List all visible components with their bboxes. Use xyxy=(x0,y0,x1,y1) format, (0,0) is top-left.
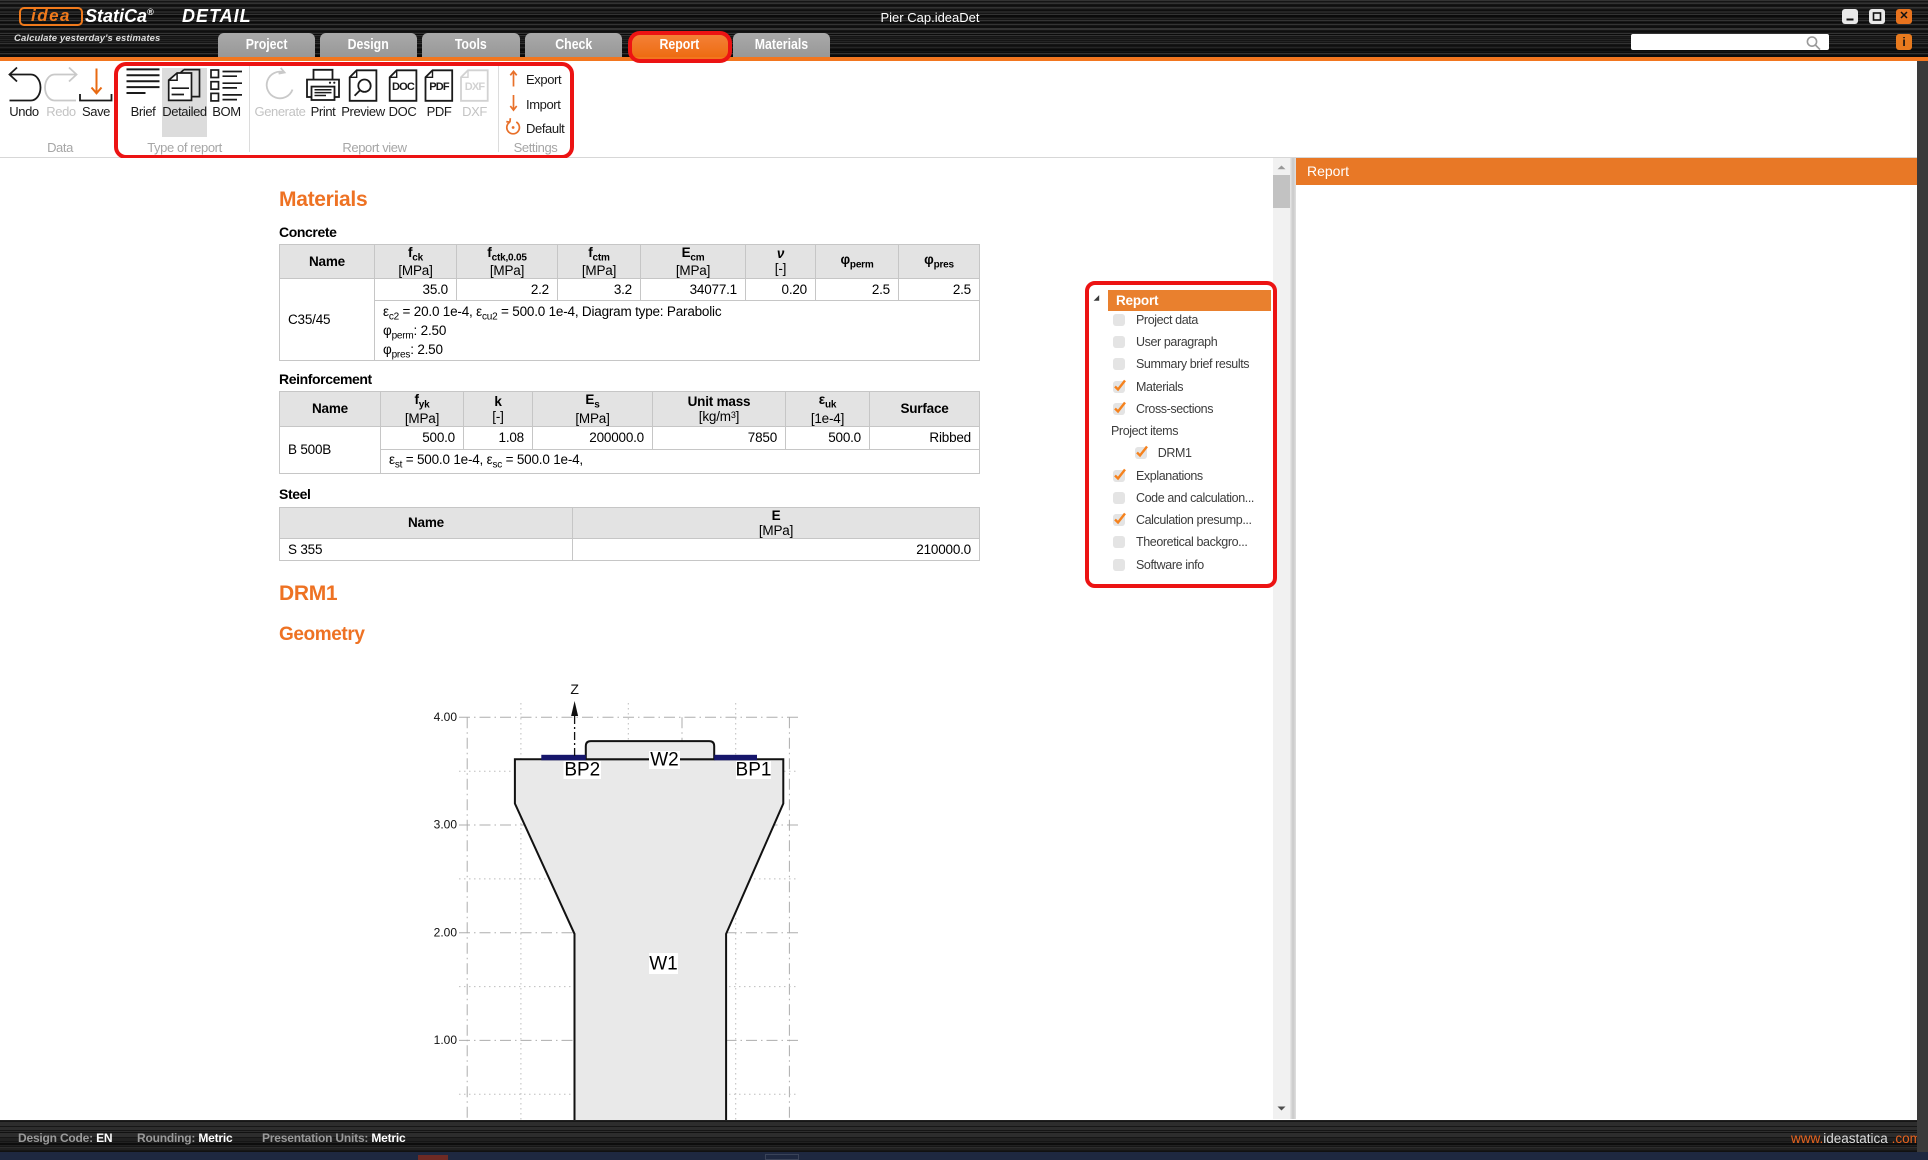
svg-text:4.00: 4.00 xyxy=(434,710,458,724)
svg-text:3.00: 3.00 xyxy=(434,818,458,832)
svg-text:BP1: BP1 xyxy=(736,760,772,781)
svg-text:BP2: BP2 xyxy=(564,760,600,781)
svg-text:W1: W1 xyxy=(649,954,678,975)
svg-text:Z: Z xyxy=(570,681,579,697)
svg-text:2.00: 2.00 xyxy=(434,925,458,939)
svg-text:W2: W2 xyxy=(650,750,679,771)
svg-text:1.00: 1.00 xyxy=(434,1033,458,1047)
